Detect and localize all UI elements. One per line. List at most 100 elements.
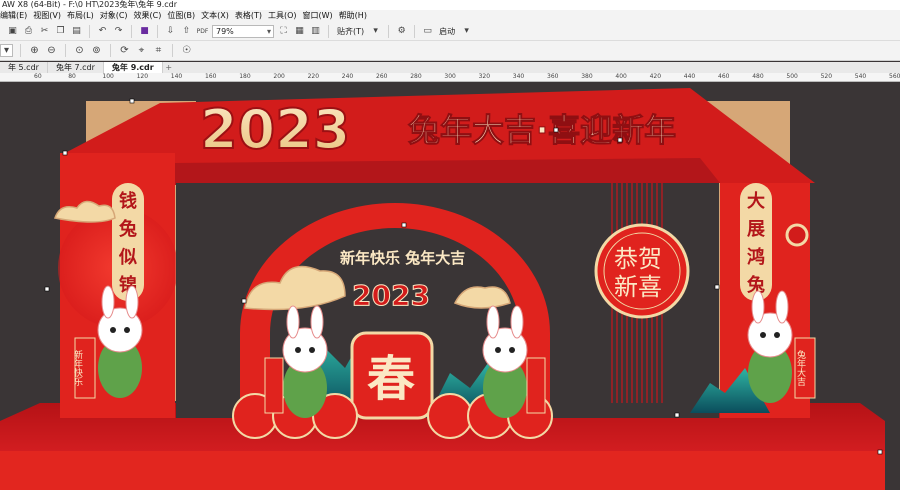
show-grid-icon[interactable]: ▥	[309, 25, 322, 38]
toolbar-divider	[65, 44, 66, 57]
tab-document-9[interactable]: 兔年 9.cdr	[103, 62, 163, 73]
right-banner-char-2: 展	[747, 219, 766, 240]
ruler-tick-label: 160	[205, 73, 217, 80]
ruler-tick-label: 460	[718, 73, 730, 80]
ruler-tick-label: 260	[376, 73, 388, 80]
horizontal-ruler[interactable]: 60 80 100 120 140 160 180 200 220 240 260 280 300 320…	[0, 73, 900, 82]
zoom-level-select[interactable]: 79%	[212, 24, 274, 38]
menu-table[interactable]: 表格(T)	[235, 10, 268, 22]
zoom-selected-icon[interactable]: ⊙	[73, 44, 86, 57]
application-launcher-icon[interactable]: ▭	[421, 25, 434, 38]
ruler-tick-label: 500	[786, 73, 798, 80]
toolbar-divider	[20, 44, 21, 57]
ruler-tick-label: 560	[889, 73, 900, 80]
property-bar: ▾ ⊕ ⊖ ⊙ ⊚ ⟳ ⌖ ⌗ ☉	[0, 41, 900, 61]
zoom-all-icon[interactable]: ⊚	[90, 44, 103, 57]
toolbar-divider	[172, 44, 173, 57]
rabbit-right-scroll-text: 兔年大吉	[795, 349, 806, 387]
headline-text: 兔年大吉·喜迎新年	[408, 111, 676, 149]
redo-icon[interactable]: ↷	[112, 25, 125, 38]
ruler-tick-label: 340	[512, 73, 525, 80]
print-icon[interactable]: ⎙	[22, 25, 35, 38]
toolbar-divider	[388, 24, 390, 38]
save-icon[interactable]: ▣	[6, 25, 19, 38]
full-screen-icon[interactable]: ⛶	[277, 25, 290, 38]
coin-ornament	[785, 223, 809, 247]
import-icon[interactable]: ⇩	[164, 25, 177, 38]
ruler-tick-label: 220	[307, 73, 320, 80]
show-rulers-icon[interactable]: ▦	[293, 25, 306, 38]
dropdown-arrow-icon[interactable]: ▾	[0, 44, 13, 57]
ruler-tick-label: 400	[615, 73, 627, 80]
chevron-down-icon[interactable]: ▾	[369, 25, 382, 38]
tab-document-7[interactable]: 兔年 7.cdr	[48, 62, 104, 73]
ruler-tick-label: 380	[581, 73, 593, 80]
toolbar-divider	[131, 24, 132, 38]
ruler-tick-label: 360	[547, 73, 559, 80]
ruler-tick-label: 180	[239, 73, 251, 80]
ruler-tick-label: 80	[68, 73, 76, 80]
copy-icon[interactable]: ❐	[54, 25, 67, 38]
left-banner-char-2: 兔	[118, 218, 137, 240]
ruler-tick-label: 140	[170, 73, 183, 80]
main-year-text: 2023	[200, 98, 350, 161]
left-banner-char-3: 似	[118, 247, 137, 268]
publish-pdf-icon[interactable]: PDF	[196, 25, 209, 38]
spring-char: 春	[367, 351, 415, 407]
stage-floor-front	[0, 451, 885, 490]
ruler-tick-label: 480	[752, 73, 764, 80]
tab-document-5[interactable]: 年 5.cdr	[0, 62, 48, 73]
medallion-line-2: 新喜	[614, 273, 662, 301]
document-tabs: 年 5.cdr 兔年 7.cdr 兔年 9.cdr +	[0, 62, 900, 73]
right-banner: 大 展 鸿 兔	[740, 183, 772, 301]
zoom-height-icon[interactable]: ⌗	[152, 44, 165, 57]
corel-connect-icon[interactable]: ■	[138, 25, 151, 38]
menu-object[interactable]: 对象(C)	[100, 10, 134, 22]
add-tab-icon[interactable]: +	[163, 62, 175, 73]
export-icon[interactable]: ⇧	[180, 25, 193, 38]
ruler-tick-label: 280	[410, 73, 422, 80]
rabbit-left-scroll-text: 新年快乐	[72, 349, 83, 386]
menu-help[interactable]: 帮助(H)	[339, 10, 373, 22]
medallion-line-1: 恭贺	[614, 245, 662, 273]
drawing-canvas[interactable]: 2023 兔年大吉·喜迎新年 钱 兔 似 锦 大 展 鸿 兔 新年快乐 兔年大吉…	[0, 83, 900, 490]
zoom-in-icon[interactable]: ⊕	[28, 44, 41, 57]
toolbar-divider	[110, 44, 111, 57]
pan-icon[interactable]: ☉	[180, 44, 193, 57]
arch-text: 新年快乐 兔年大吉	[340, 249, 465, 267]
toolbar-divider	[414, 24, 416, 38]
ruler-tick-label: 60	[34, 73, 42, 80]
toolbar-divider	[157, 24, 158, 38]
ruler-tick-label: 240	[341, 73, 354, 80]
launch-dropdown[interactable]: 启动	[439, 26, 455, 37]
menu-layout[interactable]: 布局(L)	[67, 10, 100, 22]
ruler-tick-label: 440	[683, 73, 696, 80]
chevron-down-icon[interactable]: ▾	[460, 25, 473, 38]
zoom-width-icon[interactable]: ⌖	[135, 44, 148, 57]
cut-icon[interactable]: ✂	[38, 25, 51, 38]
toolbar-divider	[89, 24, 90, 38]
menu-edit[interactable]: 编辑(E)	[0, 10, 33, 22]
undo-icon[interactable]: ↶	[96, 25, 109, 38]
right-banner-char-1: 大	[747, 190, 765, 212]
paste-icon[interactable]: ▤	[70, 25, 83, 38]
ruler-tick-label: 420	[649, 73, 662, 80]
menu-effects[interactable]: 效果(C)	[134, 10, 168, 22]
ruler-tick-label: 120	[136, 73, 149, 80]
snap-to-dropdown[interactable]: 贴齐(T)	[337, 26, 364, 37]
menu-tools[interactable]: 工具(O)	[268, 10, 303, 22]
menu-text[interactable]: 文本(X)	[201, 10, 235, 22]
menu-view[interactable]: 视图(V)	[33, 10, 67, 22]
center-year-text: 2023	[352, 279, 430, 312]
options-gear-icon[interactable]: ⚙	[395, 25, 408, 38]
right-banner-char-3: 鸿	[747, 246, 765, 268]
design-artwork: 2023 兔年大吉·喜迎新年 钱 兔 似 锦 大 展 鸿 兔 新年快乐 兔年大吉…	[0, 88, 885, 490]
menu-bar: 编辑(E) 视图(V) 布局(L) 对象(C) 效果(C) 位图(B) 文本(X…	[0, 10, 900, 22]
toolbar-divider	[328, 24, 329, 38]
menu-bitmaps[interactable]: 位图(B)	[167, 10, 201, 22]
zoom-out-icon[interactable]: ⊖	[45, 44, 58, 57]
zoom-page-icon[interactable]: ⟳	[118, 44, 131, 57]
ruler-tick-label: 300	[444, 73, 456, 80]
menu-window[interactable]: 窗口(W)	[303, 10, 339, 22]
ruler-tick-label: 540	[854, 73, 867, 80]
